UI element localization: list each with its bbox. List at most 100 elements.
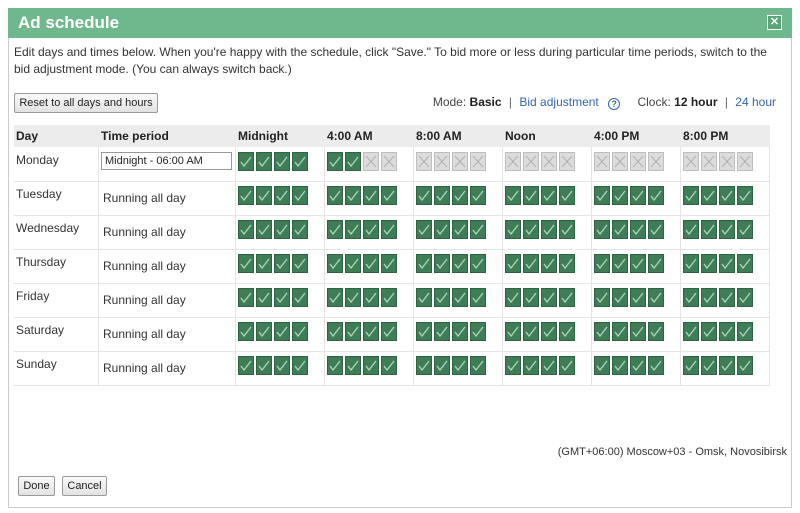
time-period-text[interactable]: Running all day [103,361,186,375]
hour-cell-on[interactable] [737,288,753,307]
hour-cell-off[interactable] [434,152,450,171]
hour-cell-on[interactable] [648,254,664,273]
hour-cell-on[interactable] [701,220,717,239]
hour-cell-on[interactable] [292,322,308,341]
hour-cell-on[interactable] [274,356,290,375]
hour-cell-on[interactable] [559,254,575,273]
hour-cell-on[interactable] [612,186,628,205]
hour-cell-on[interactable] [719,322,735,341]
hour-cell-on[interactable] [559,186,575,205]
hour-cell-on[interactable] [238,356,254,375]
hour-cell-off[interactable] [523,152,539,171]
hour-cell-on[interactable] [363,186,379,205]
hour-cell-on[interactable] [630,254,646,273]
hour-cell-on[interactable] [737,186,753,205]
hour-cell-on[interactable] [416,356,432,375]
hour-cell-on[interactable] [648,220,664,239]
hour-cell-on[interactable] [381,254,397,273]
hour-cell-on[interactable] [505,356,521,375]
hour-cell-on[interactable] [363,288,379,307]
hour-cell-on[interactable] [630,186,646,205]
hour-cell-on[interactable] [541,322,557,341]
hour-cell-on[interactable] [363,322,379,341]
hour-cell-on[interactable] [541,356,557,375]
hour-cell-on[interactable] [452,322,468,341]
hour-cell-on[interactable] [381,356,397,375]
hour-cell-on[interactable] [630,322,646,341]
hour-cell-on[interactable] [416,220,432,239]
hour-cell-on[interactable] [416,186,432,205]
hour-cell-on[interactable] [523,288,539,307]
hour-cell-on[interactable] [470,322,486,341]
hour-cell-on[interactable] [719,220,735,239]
hour-cell-on[interactable] [683,254,699,273]
hour-cell-on[interactable] [648,356,664,375]
hour-cell-off[interactable] [612,152,628,171]
hour-cell-on[interactable] [683,356,699,375]
hour-cell-on[interactable] [683,186,699,205]
hour-cell-off[interactable] [416,152,432,171]
hour-cell-on[interactable] [523,220,539,239]
hour-cell-on[interactable] [363,356,379,375]
hour-cell-on[interactable] [238,322,254,341]
hour-cell-on[interactable] [327,152,343,171]
hour-cell-on[interactable] [505,322,521,341]
hour-cell-on[interactable] [327,254,343,273]
hour-cell-on[interactable] [541,288,557,307]
hour-cell-on[interactable] [327,288,343,307]
hour-cell-off[interactable] [470,152,486,171]
hour-cell-off[interactable] [648,152,664,171]
hour-cell-on[interactable] [381,220,397,239]
hour-cell-on[interactable] [345,288,361,307]
hour-cell-on[interactable] [559,288,575,307]
hour-cell-on[interactable] [274,186,290,205]
hour-cell-on[interactable] [541,220,557,239]
hour-cell-on[interactable] [416,254,432,273]
hour-cell-on[interactable] [256,254,272,273]
hour-cell-on[interactable] [256,288,272,307]
hour-cell-on[interactable] [292,152,308,171]
hour-cell-on[interactable] [630,288,646,307]
hour-cell-on[interactable] [345,322,361,341]
hour-cell-on[interactable] [523,186,539,205]
cancel-button[interactable]: Cancel [62,476,107,496]
hour-cell-on[interactable] [612,288,628,307]
hour-cell-on[interactable] [612,254,628,273]
hour-cell-on[interactable] [452,288,468,307]
hour-cell-on[interactable] [594,254,610,273]
hour-cell-on[interactable] [630,220,646,239]
hour-cell-on[interactable] [434,322,450,341]
hour-cell-on[interactable] [505,186,521,205]
hour-cell-on[interactable] [737,356,753,375]
time-period-input[interactable] [101,152,232,170]
hour-cell-on[interactable] [292,254,308,273]
hour-cell-on[interactable] [452,356,468,375]
hour-cell-off[interactable] [594,152,610,171]
hour-cell-on[interactable] [345,356,361,375]
hour-cell-on[interactable] [559,356,575,375]
hour-cell-on[interactable] [416,322,432,341]
time-period-text[interactable]: Running all day [103,259,186,273]
hour-cell-on[interactable] [274,322,290,341]
hour-cell-on[interactable] [701,356,717,375]
hour-cell-on[interactable] [470,288,486,307]
hour-cell-on[interactable] [737,254,753,273]
hour-cell-on[interactable] [612,220,628,239]
hour-cell-on[interactable] [292,186,308,205]
hour-cell-on[interactable] [345,186,361,205]
bid-adjustment-link[interactable]: Bid adjustment [519,95,598,109]
hour-cell-on[interactable] [416,288,432,307]
hour-cell-on[interactable] [238,254,254,273]
hour-cell-on[interactable] [594,322,610,341]
hour-cell-on[interactable] [594,288,610,307]
close-icon[interactable]: ✕ [767,15,782,30]
hour-cell-on[interactable] [434,220,450,239]
hour-cell-on[interactable] [345,152,361,171]
hour-cell-on[interactable] [594,356,610,375]
hour-cell-on[interactable] [559,220,575,239]
hour-cell-on[interactable] [505,220,521,239]
hour-cell-on[interactable] [292,356,308,375]
hour-cell-on[interactable] [505,288,521,307]
time-period-text[interactable]: Running all day [103,225,186,239]
hour-cell-off[interactable] [363,152,379,171]
